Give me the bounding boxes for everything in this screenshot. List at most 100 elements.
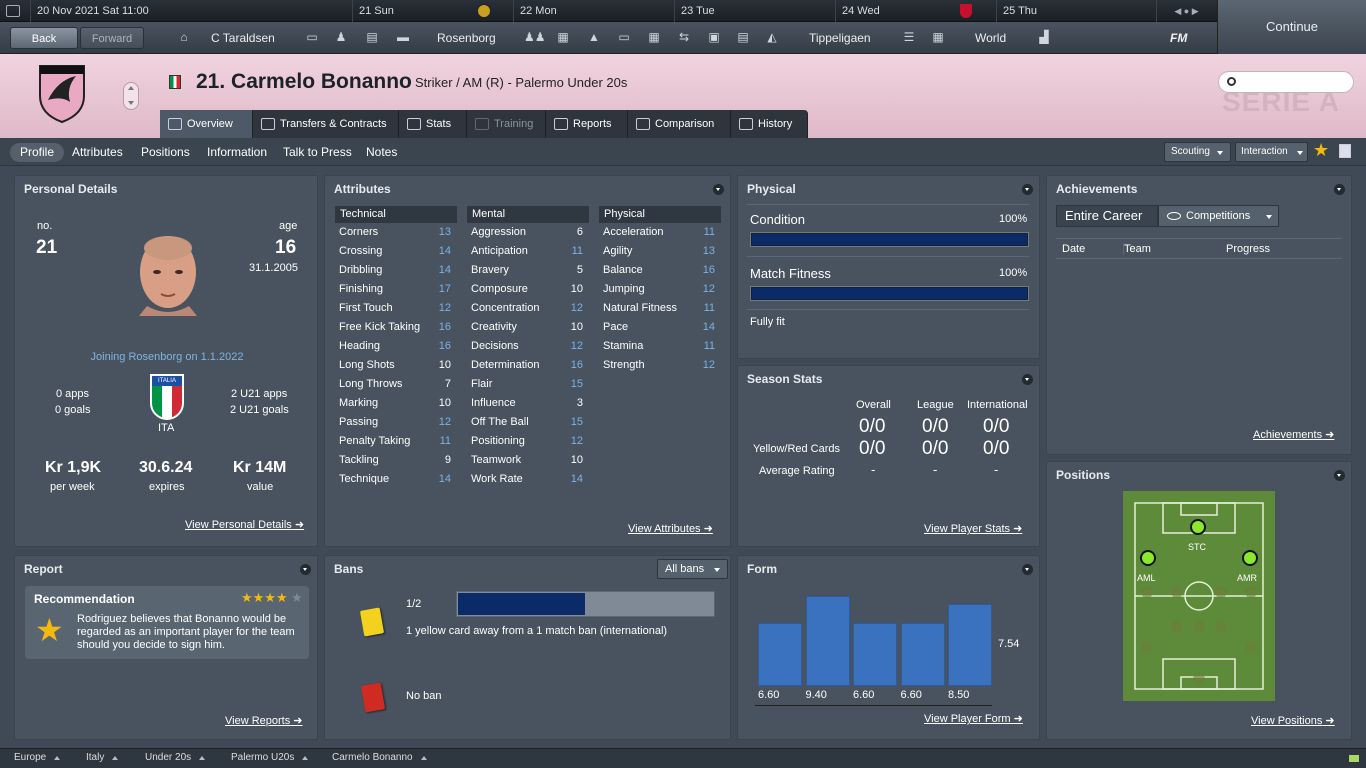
search-input[interactable] [1218, 71, 1354, 93]
transfers-icon[interactable]: ⇆ [676, 30, 692, 44]
tab-history[interactable]: History [731, 110, 808, 138]
view-player-form-link[interactable]: View Player Form ➜ [924, 712, 1023, 725]
calendar-nav[interactable]: ◀ ● ▶ [1156, 0, 1216, 22]
attribute-row[interactable]: Penalty Taking 11 [335, 435, 457, 447]
position-stc-marker[interactable] [1190, 519, 1206, 535]
stats-icon[interactable]: ◭ [764, 30, 780, 44]
col-team[interactable]: Team [1123, 243, 1151, 255]
attribute-row[interactable]: Composure 10 [467, 283, 589, 295]
bans-filter-dropdown[interactable]: All bans [657, 559, 728, 579]
status-indicator-icon[interactable] [1348, 754, 1360, 763]
club-menu[interactable]: Rosenborg [437, 22, 496, 54]
attribute-row[interactable]: Agility 13 [599, 245, 721, 257]
league-menu[interactable]: Tippeligaen [809, 22, 871, 54]
attribute-row[interactable]: Corners 13 [335, 226, 457, 238]
competitions-dropdown[interactable]: Competitions [1158, 205, 1279, 227]
calendar-day-23[interactable]: 23 Tue [674, 0, 715, 22]
training-icon[interactable]: ▲ [586, 30, 602, 44]
scouting-dropdown[interactable]: Scouting [1164, 142, 1231, 162]
staff-icon[interactable]: ▤ [735, 30, 751, 44]
chevron-down-icon[interactable] [128, 101, 134, 105]
attribute-row[interactable]: Influence 3 [467, 397, 589, 409]
attribute-row[interactable]: Decisions 12 [467, 340, 589, 352]
tab-reports[interactable]: Reports [546, 110, 628, 138]
panel-menu-button[interactable] [1022, 184, 1033, 195]
col-date[interactable]: Date [1062, 243, 1085, 255]
squad-icon[interactable]: ♟♟ [524, 30, 546, 44]
kit-icon[interactable]: ▣ [706, 30, 722, 44]
view-attributes-link[interactable]: View Attributes ➜ [628, 522, 713, 535]
attribute-row[interactable]: Balance 16 [599, 264, 721, 276]
panel-menu-button[interactable] [1022, 374, 1033, 385]
attribute-row[interactable]: Natural Fitness 11 [599, 302, 721, 314]
continue-button[interactable]: Continue [1217, 0, 1366, 54]
attribute-row[interactable]: Off The Ball 15 [467, 416, 589, 428]
form-bar[interactable] [900, 623, 945, 686]
attribute-row[interactable]: Long Throws 7 [335, 378, 457, 390]
tab-comparison[interactable]: Comparison [628, 110, 731, 138]
briefcase-icon[interactable]: ▬ [395, 30, 411, 44]
breadcrumb-player[interactable]: Carmelo Bonanno [332, 752, 427, 763]
attribute-row[interactable]: Tackling 9 [335, 454, 457, 466]
form-bar[interactable] [948, 604, 992, 686]
attribute-row[interactable]: First Touch 12 [335, 302, 457, 314]
player-navigation-stepper[interactable] [123, 82, 139, 110]
calendar-day-25[interactable]: 25 Thu [996, 0, 1037, 22]
fixtures-icon[interactable]: ▦ [930, 30, 946, 44]
panel-menu-button[interactable] [1022, 564, 1033, 575]
clipboard-icon[interactable]: ▤ [364, 30, 380, 44]
competition-icon[interactable]: ▟ [1036, 30, 1052, 44]
attribute-row[interactable]: Acceleration 11 [599, 226, 721, 238]
view-reports-link[interactable]: View Reports ➜ [225, 714, 303, 727]
world-menu[interactable]: World [975, 22, 1006, 54]
list-icon[interactable]: ☰ [901, 30, 917, 44]
view-personal-details-link[interactable]: View Personal Details ➜ [185, 518, 304, 531]
subnav-talk-to-press[interactable]: Talk to Press [273, 143, 362, 162]
tab-overview[interactable]: Overview [160, 110, 253, 138]
achievements-link[interactable]: Achievements ➜ [1253, 428, 1334, 441]
tab-stats[interactable]: Stats [399, 110, 467, 138]
people-icon[interactable]: ♟ [333, 30, 349, 44]
col-progress[interactable]: Progress [1226, 243, 1270, 255]
subnav-information[interactable]: Information [197, 143, 277, 162]
attribute-row[interactable]: Anticipation 11 [467, 245, 589, 257]
attribute-row[interactable]: Heading 16 [335, 340, 457, 352]
back-button[interactable]: Back [10, 27, 78, 49]
fm-menu[interactable]: FM [1170, 22, 1187, 54]
attribute-row[interactable]: Finishing 17 [335, 283, 457, 295]
view-player-stats-link[interactable]: View Player Stats ➜ [924, 522, 1022, 535]
panel-menu-button[interactable] [1334, 470, 1345, 481]
shortlist-star-icon[interactable]: ★ [1313, 140, 1329, 161]
manager-menu[interactable]: C Taraldsen [211, 22, 275, 54]
attribute-row[interactable]: Work Rate 14 [467, 473, 589, 485]
subnav-notes[interactable]: Notes [356, 143, 407, 162]
attribute-row[interactable]: Flair 15 [467, 378, 589, 390]
attribute-row[interactable]: Concentration 12 [467, 302, 589, 314]
tab-training[interactable]: Training [467, 110, 546, 138]
position-aml-marker[interactable] [1140, 550, 1156, 566]
home-icon[interactable]: ⌂ [176, 30, 192, 44]
calendar-day-22[interactable]: 22 Mon [513, 0, 557, 22]
breadcrumb-italy[interactable]: Italy [86, 752, 119, 763]
schedule-icon[interactable]: ▦ [646, 30, 662, 44]
attribute-row[interactable]: Pace 14 [599, 321, 721, 333]
form-bar[interactable] [805, 596, 850, 686]
forward-button[interactable]: Forward [80, 27, 144, 49]
panel-menu-button[interactable] [713, 184, 724, 195]
attribute-row[interactable]: Stamina 11 [599, 340, 721, 352]
calendar-day-24[interactable]: 24 Wed [835, 0, 880, 22]
tactics-icon[interactable]: ▦ [555, 30, 571, 44]
view-positions-link[interactable]: View Positions ➜ [1251, 714, 1335, 727]
inbox-icon[interactable]: ▭ [304, 30, 320, 44]
attribute-row[interactable]: Strength 12 [599, 359, 721, 371]
subnav-profile[interactable]: Profile [10, 143, 65, 162]
tab-transfers-contracts[interactable]: Transfers & Contracts [253, 110, 399, 138]
add-note-icon[interactable] [1339, 144, 1351, 158]
palermo-crest-icon[interactable] [36, 62, 88, 124]
finance-icon[interactable]: ▭ [616, 30, 632, 44]
attribute-row[interactable]: Positioning 12 [467, 435, 589, 447]
attribute-row[interactable]: Dribbling 14 [335, 264, 457, 276]
position-amr-marker[interactable] [1242, 550, 1258, 566]
attribute-row[interactable]: Passing 12 [335, 416, 457, 428]
entire-career-button[interactable]: Entire Career [1056, 205, 1158, 227]
